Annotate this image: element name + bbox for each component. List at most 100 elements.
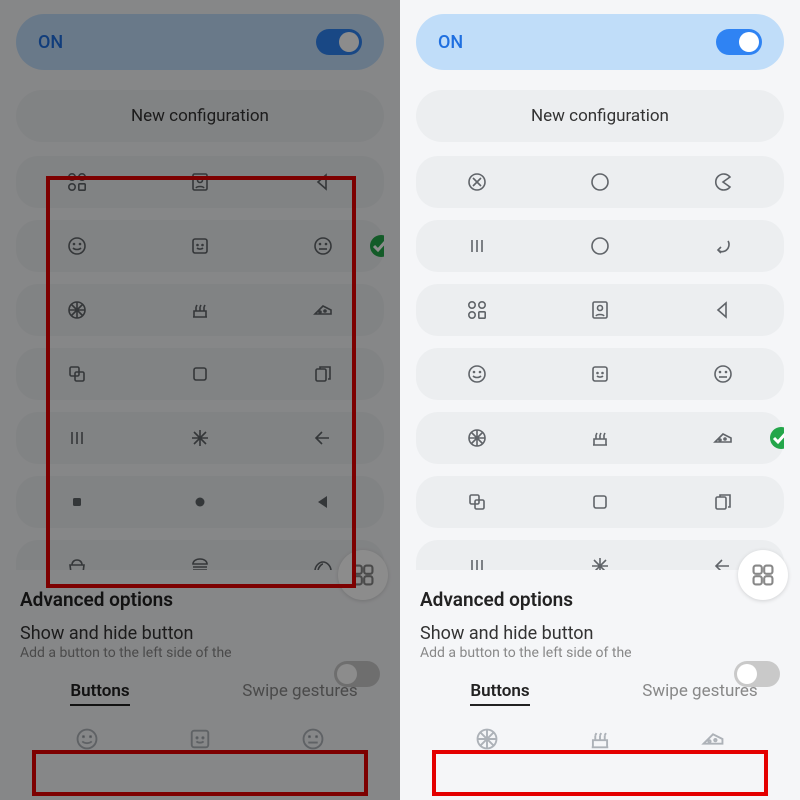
- nav-style-cell[interactable]: [261, 427, 384, 449]
- nav-style-row[interactable]: [16, 348, 384, 400]
- nav-style-cell[interactable]: [661, 171, 784, 193]
- nav-style-cell[interactable]: [139, 171, 262, 193]
- nav-style-cell[interactable]: [416, 235, 539, 257]
- nav-style-cell[interactable]: [139, 427, 262, 449]
- nav-style-cell[interactable]: [16, 427, 139, 449]
- nav-style-cell[interactable]: [539, 491, 662, 513]
- nav-style-cell[interactable]: [139, 235, 262, 257]
- master-toggle-switch[interactable]: [716, 29, 762, 55]
- floating-apps-button[interactable]: [738, 550, 788, 600]
- nav-style-cell[interactable]: [416, 299, 539, 321]
- nav-style-cell[interactable]: [539, 171, 662, 193]
- master-toggle-switch[interactable]: [316, 29, 362, 55]
- apps-icon: [66, 171, 88, 193]
- popcorn-icon: [66, 555, 88, 570]
- nav-style-row[interactable]: [16, 540, 384, 570]
- copy-icon: [712, 491, 734, 513]
- nav-style-cell[interactable]: [661, 363, 784, 385]
- nav-style-row[interactable]: [416, 284, 784, 336]
- nav-style-cell[interactable]: [416, 427, 539, 449]
- square-icon: [189, 363, 211, 385]
- pizza-icon: [466, 427, 488, 449]
- preview-nav-button: [700, 726, 726, 756]
- nav-style-cell[interactable]: [261, 235, 384, 257]
- nav-style-row[interactable]: [16, 220, 384, 272]
- nav-style-cell[interactable]: [261, 363, 384, 385]
- nav-style-row[interactable]: [416, 540, 784, 570]
- circle-o-icon: [589, 235, 611, 257]
- nav-style-cell[interactable]: [139, 491, 262, 513]
- nav-style-cell[interactable]: [661, 427, 784, 449]
- nav-style-cell[interactable]: [416, 555, 539, 570]
- circle-x-icon: [466, 171, 488, 193]
- new-configuration-button[interactable]: New configuration: [416, 90, 784, 142]
- nav-style-cell[interactable]: [16, 491, 139, 513]
- cheese-icon: [712, 427, 734, 449]
- face-neutral-icon: [300, 726, 326, 752]
- show-hide-title: Show and hide button: [420, 623, 796, 644]
- nav-style-scroll[interactable]: New configuration: [416, 90, 784, 570]
- nav-style-cell[interactable]: [16, 555, 139, 570]
- nav-style-cell[interactable]: [16, 235, 139, 257]
- nav-style-row[interactable]: [416, 476, 784, 528]
- nav-style-row[interactable]: [416, 220, 784, 272]
- dot-solid-icon: [189, 491, 211, 513]
- nav-style-cell[interactable]: [661, 235, 784, 257]
- cake-icon: [587, 726, 613, 752]
- nav-style-cell[interactable]: [261, 491, 384, 513]
- nav-style-row[interactable]: [416, 412, 784, 464]
- nav-style-row[interactable]: [16, 412, 384, 464]
- nav-style-cell[interactable]: [261, 171, 384, 193]
- circle-pac-icon: [712, 171, 734, 193]
- show-hide-switch[interactable]: [734, 661, 780, 687]
- nav-style-cell[interactable]: [416, 363, 539, 385]
- nav-style-row[interactable]: [416, 156, 784, 208]
- nav-style-row[interactable]: [16, 476, 384, 528]
- nav-style-cell[interactable]: [539, 427, 662, 449]
- cheese-icon: [700, 726, 726, 752]
- nav-style-cell[interactable]: [416, 171, 539, 193]
- nav-style-cell[interactable]: [16, 299, 139, 321]
- nav-style-scroll[interactable]: New configuration: [16, 90, 384, 570]
- stack-icon: [466, 491, 488, 513]
- back-arrow-icon: [312, 171, 334, 193]
- floating-apps-button[interactable]: [338, 550, 388, 600]
- nav-style-cell[interactable]: [539, 555, 662, 570]
- nav-style-cell[interactable]: [661, 491, 784, 513]
- face-neutral-icon: [712, 363, 734, 385]
- preview-nav-button: [300, 726, 326, 756]
- arrow-left-icon: [312, 427, 334, 449]
- cake-icon: [189, 299, 211, 321]
- master-toggle-bar[interactable]: ON: [16, 14, 384, 70]
- selected-check-icon: [370, 235, 384, 257]
- nav-style-cell[interactable]: [16, 363, 139, 385]
- nav-style-row[interactable]: [16, 284, 384, 336]
- nav-style-cell[interactable]: [539, 363, 662, 385]
- nav-style-cell[interactable]: [139, 555, 262, 570]
- portrait-icon: [589, 299, 611, 321]
- master-toggle-bar[interactable]: ON: [416, 14, 784, 70]
- tab-buttons[interactable]: Buttons: [400, 675, 600, 707]
- nav-style-cell[interactable]: [139, 299, 262, 321]
- nav-style-cell[interactable]: [539, 299, 662, 321]
- show-hide-title: Show and hide button: [20, 623, 396, 644]
- new-configuration-button[interactable]: New configuration: [16, 90, 384, 142]
- nav-style-row[interactable]: [416, 348, 784, 400]
- portrait-icon: [189, 171, 211, 193]
- face-smile-icon: [74, 726, 100, 752]
- nav-style-cell[interactable]: [661, 299, 784, 321]
- arrow-left-icon: [712, 555, 734, 570]
- nav-style-cell[interactable]: [261, 299, 384, 321]
- triangle-left-icon: [312, 491, 334, 513]
- show-hide-switch[interactable]: [334, 661, 380, 687]
- nav-style-cell[interactable]: [539, 235, 662, 257]
- nav-style-cell[interactable]: [16, 171, 139, 193]
- master-toggle-label: ON: [38, 32, 63, 53]
- tab-buttons[interactable]: Buttons: [0, 675, 200, 707]
- nav-style-row[interactable]: [16, 156, 384, 208]
- pizza-icon: [474, 726, 500, 752]
- settings-pane-left: ON New configuration Advanced options Sh…: [0, 0, 400, 800]
- check-icon: [370, 235, 384, 257]
- nav-style-cell[interactable]: [139, 363, 262, 385]
- nav-style-cell[interactable]: [416, 491, 539, 513]
